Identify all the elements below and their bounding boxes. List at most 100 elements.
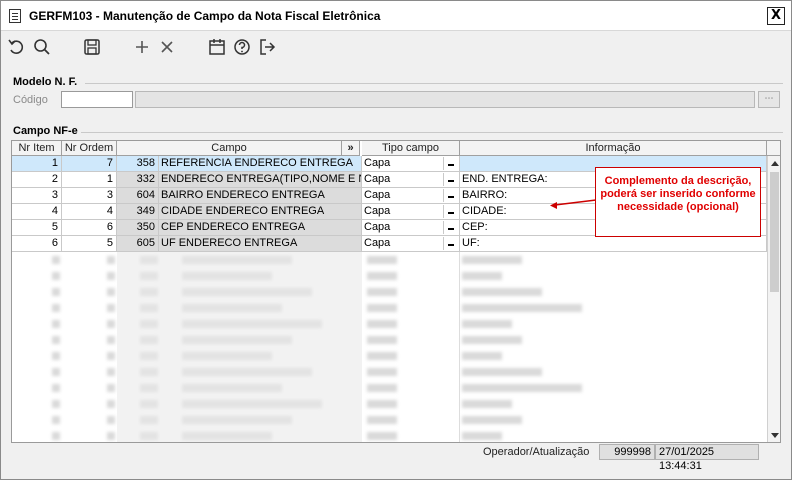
redacted-campo-cell	[117, 380, 362, 396]
redacted-campo-cell	[117, 252, 362, 268]
chevron-down-icon[interactable]	[443, 221, 458, 234]
redacted-text	[52, 400, 60, 408]
redacted-text	[52, 384, 60, 392]
tipo-campo-value: Capa	[364, 189, 391, 201]
cell-campo-descricao[interactable]: CIDADE ENDERECO ENTREGA	[159, 204, 362, 220]
redacted-row	[12, 412, 767, 428]
redacted-tipo-cell	[362, 284, 460, 300]
tipo-campo-value: Capa	[364, 205, 391, 217]
exit-button[interactable]	[256, 36, 278, 58]
redacted-text	[462, 272, 502, 280]
header-informacao[interactable]: Informação	[460, 141, 767, 156]
delete-icon	[161, 41, 173, 53]
scroll-up-icon[interactable]	[771, 161, 779, 166]
search-button[interactable]	[31, 36, 53, 58]
document-icon	[9, 9, 21, 23]
close-button[interactable]: X	[767, 7, 785, 25]
callout-arrow-icon	[550, 199, 597, 209]
cell-campo-codigo[interactable]: 605	[117, 236, 159, 252]
redacted-tipo-cell	[362, 364, 460, 380]
cell-campo-descricao[interactable]: REFERENCIA ENDERECO ENTREGA	[159, 156, 362, 172]
cell-tipo-campo[interactable]: Capa	[362, 236, 460, 252]
codigo-input[interactable]	[61, 91, 133, 108]
cell-nr-ordem[interactable]: 6	[62, 220, 117, 236]
redacted-text	[462, 336, 522, 344]
redacted-row	[12, 364, 767, 380]
chevron-down-icon[interactable]	[443, 157, 458, 170]
delete-button[interactable]	[156, 36, 178, 58]
campo-expand-button[interactable]: »	[342, 141, 360, 156]
cell-nr-ordem[interactable]: 7	[62, 156, 117, 172]
cell-nr-item[interactable]: 5	[12, 220, 62, 236]
modelo-group-label: Modelo N. F.	[13, 76, 78, 88]
redacted-text	[52, 288, 60, 296]
cell-tipo-campo[interactable]: Capa	[362, 188, 460, 204]
redacted-row	[12, 300, 767, 316]
toolbar	[1, 32, 791, 62]
cell-campo-codigo[interactable]: 604	[117, 188, 159, 204]
scroll-thumb[interactable]	[770, 172, 779, 292]
cell-campo-codigo[interactable]: 349	[117, 204, 159, 220]
redacted-text	[107, 352, 115, 360]
cell-nr-item[interactable]: 3	[12, 188, 62, 204]
cell-nr-ordem[interactable]: 1	[62, 172, 117, 188]
cell-nr-item[interactable]: 4	[12, 204, 62, 220]
cell-nr-item[interactable]: 2	[12, 172, 62, 188]
save-button[interactable]	[81, 36, 103, 58]
header-nr-ordem[interactable]: Nr Ordem	[62, 141, 117, 156]
redacted-tipo-cell	[362, 380, 460, 396]
status-datetime: 27/01/2025 13:44:31	[655, 444, 759, 472]
cell-informacao[interactable]: UF:	[460, 236, 767, 252]
redacted-text	[107, 384, 115, 392]
cell-tipo-campo[interactable]: Capa	[362, 220, 460, 236]
cell-nr-item[interactable]: 1	[12, 156, 62, 172]
status-bar: Operador/Atualização 999998 27/01/2025 1…	[1, 444, 791, 472]
add-button[interactable]	[131, 36, 153, 58]
cell-nr-item[interactable]: 6	[12, 236, 62, 252]
cell-nr-ordem[interactable]: 5	[62, 236, 117, 252]
redacted-text	[52, 256, 60, 264]
header-campo[interactable]: Campo	[117, 141, 342, 156]
header-nr-item[interactable]: Nr Item	[12, 141, 62, 156]
redacted-tipo-cell	[362, 316, 460, 332]
chevron-down-icon[interactable]	[443, 205, 458, 218]
chevron-down-icon[interactable]	[443, 173, 458, 186]
cell-campo-codigo[interactable]: 358	[117, 156, 159, 172]
cell-campo-descricao[interactable]: CEP ENDERECO ENTREGA	[159, 220, 362, 236]
codigo-label: Código	[13, 94, 48, 106]
redacted-tipo-cell	[362, 300, 460, 316]
help-icon	[234, 39, 250, 55]
chevron-down-icon[interactable]	[443, 189, 458, 202]
table-row[interactable]: 6 5 605 UF ENDERECO ENTREGA Capa UF:	[12, 236, 767, 252]
chevron-down-icon[interactable]	[443, 237, 458, 250]
help-button[interactable]	[231, 36, 253, 58]
lookup-button[interactable]: ⋯	[758, 91, 780, 108]
cell-campo-descricao[interactable]: BAIRRO ENDERECO ENTREGA	[159, 188, 362, 204]
cell-nr-ordem[interactable]: 4	[62, 204, 117, 220]
redacted-row	[12, 316, 767, 332]
cell-tipo-campo[interactable]: Capa	[362, 172, 460, 188]
redacted-tipo-cell	[362, 428, 460, 442]
redacted-text	[462, 352, 502, 360]
cell-tipo-campo[interactable]: Capa	[362, 204, 460, 220]
scroll-down-icon[interactable]	[771, 433, 779, 438]
redacted-row	[12, 252, 767, 268]
redacted-text	[107, 416, 115, 424]
vertical-scrollbar[interactable]	[767, 156, 780, 442]
cell-campo-codigo[interactable]: 350	[117, 220, 159, 236]
calendar-button[interactable]	[206, 36, 228, 58]
header-tipo-campo[interactable]: Tipo campo	[362, 141, 460, 156]
redacted-text	[107, 272, 115, 280]
redacted-row	[12, 284, 767, 300]
redacted-row	[12, 396, 767, 412]
cell-campo-descricao[interactable]: ENDERECO ENTREGA(TIPO,NOME E NR. D	[159, 172, 362, 188]
cell-tipo-campo[interactable]: Capa	[362, 156, 460, 172]
redacted-text	[107, 432, 115, 440]
title-bar: GERFM103 - Manutenção de Campo da Nota F…	[1, 1, 791, 31]
exit-icon	[260, 39, 276, 55]
cell-campo-codigo[interactable]: 332	[117, 172, 159, 188]
redacted-text	[462, 400, 512, 408]
cell-campo-descricao[interactable]: UF ENDERECO ENTREGA	[159, 236, 362, 252]
cell-nr-ordem[interactable]: 3	[62, 188, 117, 204]
undo-button[interactable]	[6, 36, 28, 58]
